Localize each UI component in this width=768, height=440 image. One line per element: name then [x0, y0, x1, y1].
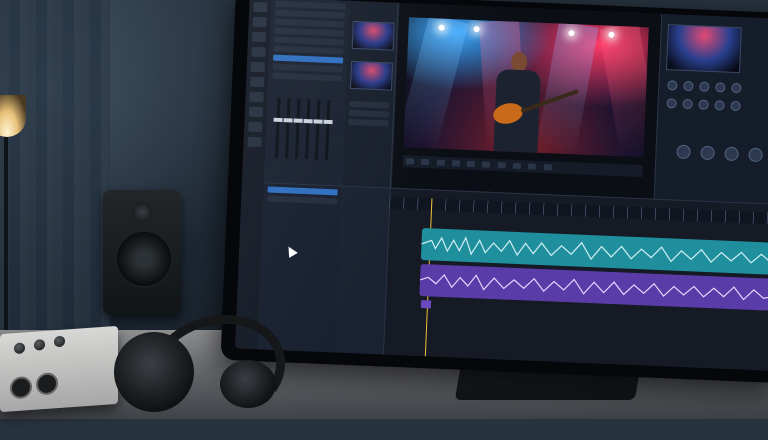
timeline-ruler[interactable] [388, 196, 768, 226]
interface-input-jack [10, 375, 32, 400]
program-viewer [391, 2, 662, 199]
effect-knob[interactable] [699, 81, 710, 92]
bin-row[interactable] [348, 118, 389, 127]
interface-knob [14, 342, 25, 355]
source-preview-thumbnail[interactable] [666, 24, 742, 74]
timeline-column [334, 186, 391, 356]
effect-knob[interactable] [731, 82, 742, 94]
tool-button[interactable] [252, 16, 267, 28]
effect-knob[interactable] [682, 98, 693, 110]
mixer-fader[interactable] [294, 98, 301, 159]
mixer-fader[interactable] [314, 99, 321, 160]
headphone-ear-cup [114, 332, 194, 412]
speaker-woofer [115, 230, 173, 288]
property-row[interactable] [274, 27, 345, 37]
property-row-selected[interactable] [273, 54, 344, 64]
transport-button[interactable] [466, 160, 476, 168]
tool-button[interactable] [249, 76, 265, 88]
bin-row[interactable] [348, 109, 390, 118]
property-row[interactable] [274, 9, 346, 19]
transport-button[interactable] [543, 164, 552, 171]
effect-knob-large[interactable] [748, 147, 763, 163]
interface-knob [54, 335, 65, 348]
headphones [108, 299, 298, 440]
effect-knob-large[interactable] [676, 144, 691, 160]
effect-knob[interactable] [666, 98, 677, 109]
studio-monitor-speaker [103, 190, 181, 315]
transport-button[interactable] [405, 158, 415, 165]
effect-knob[interactable] [667, 80, 678, 91]
transport-button[interactable] [497, 162, 506, 169]
property-row[interactable] [273, 45, 344, 55]
property-row[interactable] [272, 72, 343, 82]
interface-knob [34, 338, 45, 351]
transport-controls [402, 155, 644, 178]
effect-knob[interactable] [730, 100, 741, 112]
mixer-fader[interactable] [275, 97, 281, 158]
desk-lamp-pole [4, 120, 8, 350]
media-thumbnail[interactable] [349, 60, 394, 91]
tool-button[interactable] [247, 136, 262, 148]
tool-button[interactable] [251, 31, 267, 43]
video-editor-screen [234, 0, 768, 371]
property-row[interactable] [273, 36, 345, 46]
transport-button[interactable] [482, 161, 491, 168]
computer-monitor [220, 0, 768, 384]
headphone-ear-cup [220, 360, 276, 408]
effect-knob[interactable] [715, 82, 726, 93]
effect-knob-large[interactable] [724, 146, 739, 162]
effect-knob-large[interactable] [700, 145, 715, 161]
effect-knob[interactable] [714, 100, 725, 111]
stage-light-beam [403, 17, 469, 150]
property-row[interactable] [272, 63, 343, 73]
track-header[interactable] [267, 195, 338, 205]
audio-interface [0, 325, 118, 413]
tool-button[interactable] [249, 91, 264, 103]
bin-row[interactable] [349, 100, 390, 109]
track-header-selected[interactable] [267, 186, 338, 196]
curtain [0, 0, 110, 330]
transport-button[interactable] [527, 163, 537, 170]
effects-panel [653, 13, 768, 205]
guitarist-performer [481, 51, 579, 154]
properties-panel [263, 0, 351, 186]
media-bin [341, 0, 399, 188]
property-row[interactable] [275, 0, 346, 10]
effect-knob[interactable] [698, 99, 709, 110]
mixer-fader[interactable] [284, 98, 291, 159]
speaker-tweeter [132, 202, 152, 222]
transport-button[interactable] [512, 162, 521, 170]
property-row[interactable] [274, 18, 345, 28]
stage-light-beam [599, 22, 649, 158]
mixer-fader[interactable] [304, 99, 311, 160]
effect-knob[interactable] [683, 80, 694, 92]
tool-button[interactable] [251, 46, 266, 58]
tool-button[interactable] [248, 121, 263, 133]
transport-button[interactable] [421, 158, 430, 166]
interface-input-jack [36, 372, 58, 396]
tool-button[interactable] [250, 61, 265, 73]
concert-video-frame [403, 17, 649, 158]
tool-button[interactable] [253, 1, 268, 13]
transport-button[interactable] [436, 159, 445, 166]
clip-handle[interactable] [420, 300, 432, 309]
media-thumbnail[interactable] [351, 20, 395, 51]
tool-button[interactable] [248, 106, 264, 118]
timeline-panel [256, 182, 768, 371]
mixer-fader[interactable] [324, 99, 331, 161]
transport-button[interactable] [451, 160, 460, 167]
